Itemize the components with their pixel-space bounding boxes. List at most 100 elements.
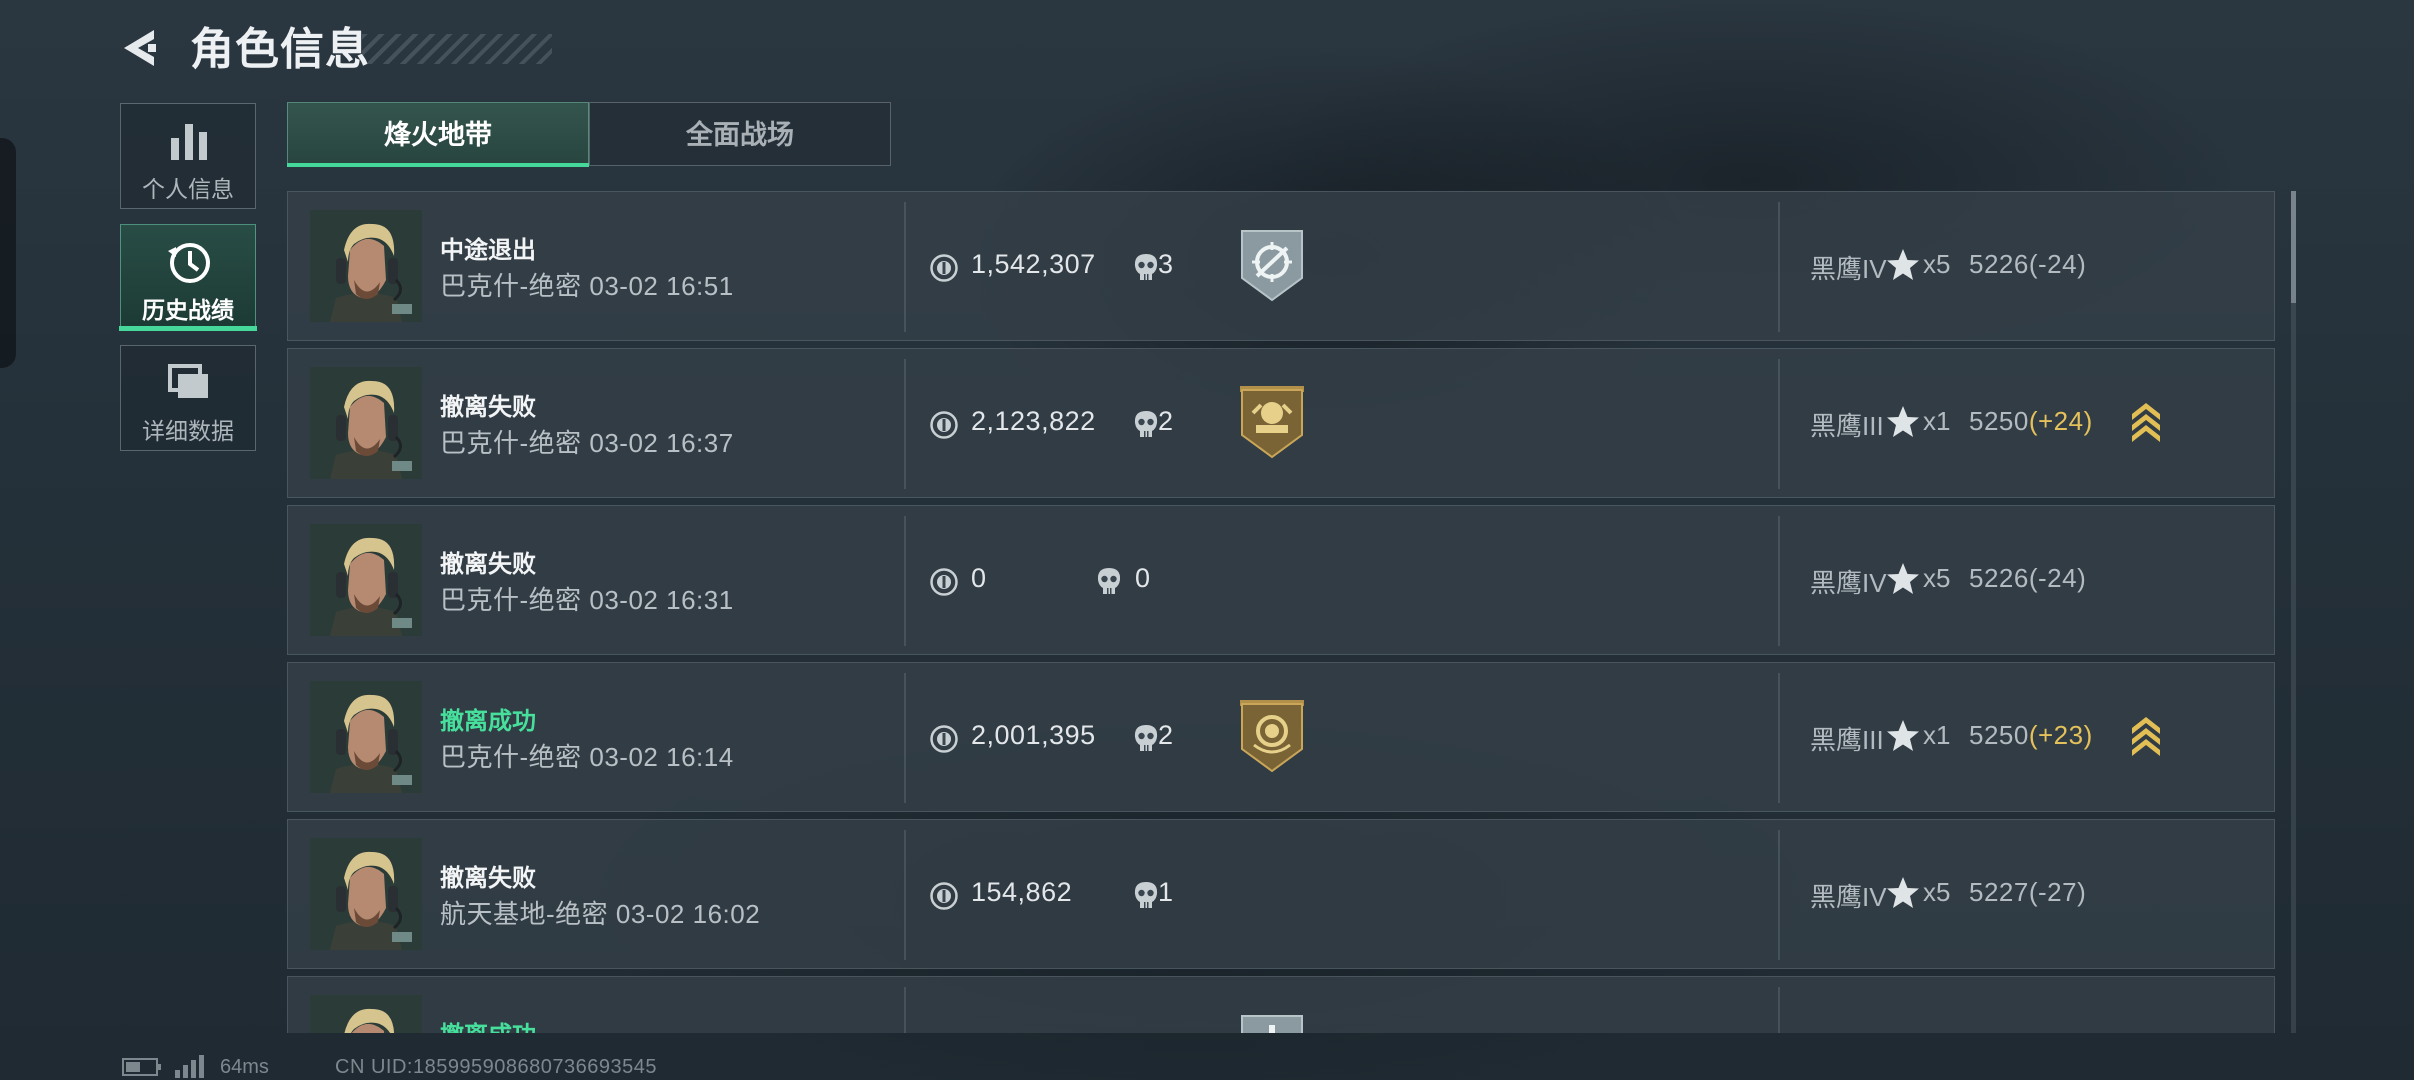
scrollbar-thumb[interactable] (2291, 191, 2296, 303)
operator-portrait (310, 524, 422, 636)
column-divider (1778, 516, 1780, 646)
operator-portrait-art (310, 524, 422, 636)
nav-item-match-history[interactable]: 历史战绩 (119, 224, 257, 331)
extracted-value: 0 (971, 563, 987, 593)
match-status: 撤离成功 (440, 1015, 536, 1033)
value-coin-icon (929, 567, 959, 597)
operator-portrait (310, 681, 422, 793)
back-arrow-icon[interactable] (118, 26, 162, 70)
column-divider (904, 359, 906, 489)
column-divider (904, 673, 906, 803)
extracted-value: 1,542,307 (971, 249, 1096, 279)
match-row[interactable]: 撤离成功 巴克什-绝密 03-02 16:14 2,001,395 2 黑鹰III… (287, 662, 2275, 812)
operator-portrait (310, 210, 422, 322)
map-and-time: 巴克什-绝密 03-02 16:51 (440, 271, 734, 301)
star-icon (1885, 875, 1921, 911)
map-and-time: 巴克什-绝密 03-02 16:14 (440, 742, 734, 772)
kill-count: 1 (1158, 877, 1174, 907)
column-divider (1778, 830, 1780, 960)
side-edge-handle[interactable] (0, 138, 16, 368)
kills-skull-icon (1132, 723, 1160, 753)
column-divider (904, 202, 906, 332)
stacked-cards-icon (168, 364, 208, 398)
rank-name: 黑鹰III (1810, 725, 1884, 755)
status-footer: 64ms CN UID:185995908680736693545 (120, 1052, 1020, 1080)
crosshair-badge-icon (1239, 228, 1305, 302)
ping-value: 64ms (220, 1056, 269, 1078)
score-value: 5226 (1969, 249, 2029, 279)
rank-name: 黑鹰IV (1810, 882, 1887, 912)
score-delta: (-27) (2028, 877, 2087, 907)
rank-up-chevron-icon (2129, 714, 2163, 756)
gold-coin-badge-icon (1239, 699, 1305, 773)
score-value: 5250 (1969, 720, 2029, 750)
page-title: 角色信息 (190, 25, 370, 74)
match-row[interactable]: 撤离失败 巴克什-绝密 03-02 16:31 0 0 黑鹰IV x5 5226(-2… (287, 505, 2275, 655)
value-coin-icon (929, 881, 959, 911)
match-list: 中途退出 巴克什-绝密 03-02 16:51 1,542,307 3 黑鹰IV … (287, 191, 2275, 1033)
score-value: 5227 (1969, 877, 2029, 907)
map-and-time: 巴克什-绝密 03-02 16:31 (440, 585, 734, 615)
operator-portrait-art (310, 995, 422, 1033)
list-scrollbar[interactable] (2291, 191, 2296, 1033)
match-row[interactable]: 撤离失败 航天基地-绝密 03-02 16:02 154,862 1 黑鹰IV x5… (287, 819, 2275, 969)
match-status: 撤离成功 (440, 708, 536, 735)
nav-label: 历史战绩 (142, 297, 234, 323)
column-divider (904, 516, 906, 646)
rank-score: 5226(-24) (1969, 249, 2086, 280)
user-uid: CN UID:185995908680736693545 (335, 1056, 658, 1078)
star-count: x5 (1923, 249, 1951, 279)
operator-portrait (310, 995, 422, 1033)
nav-item-detailed-data[interactable]: 详细数据 (120, 345, 256, 451)
match-status: 中途退出 (440, 237, 536, 264)
nav-item-personal-info[interactable]: 个人信息 (120, 103, 256, 209)
star-count: x1 (1923, 406, 1951, 436)
extracted-value: 154,862 (971, 877, 1073, 907)
tab-hazard-zone[interactable]: 烽火地带 (287, 102, 589, 167)
score-delta: (+24) (2028, 406, 2093, 436)
operator-portrait-art (310, 838, 422, 950)
match-status: 撤离失败 (440, 551, 536, 578)
kill-count: 3 (1158, 249, 1174, 279)
extracted-value: 2,123,822 (971, 406, 1096, 436)
star-count: x1 (1923, 720, 1951, 750)
match-status: 撤离失败 (440, 865, 536, 892)
kills-skull-icon (1132, 880, 1160, 910)
kill-count: 2 (1158, 720, 1174, 750)
tab-full-battlefield[interactable]: 全面战场 (589, 102, 891, 166)
rank-score: 5250(+24) (1969, 406, 2093, 437)
column-divider (1778, 987, 1780, 1033)
operator-portrait-art (310, 210, 422, 322)
kills-skull-icon (1132, 409, 1160, 439)
match-row[interactable]: 撤离成功 (287, 976, 2275, 1033)
rank-score: 5250(+23) (1969, 720, 2093, 751)
column-divider (1778, 359, 1780, 489)
star-count: x5 (1923, 877, 1951, 907)
rank-name: 黑鹰IV (1810, 254, 1887, 284)
operator-portrait-art (310, 367, 422, 479)
bar-chart-icon (171, 124, 207, 160)
kills-skull-icon (1132, 252, 1160, 282)
nav-label: 个人信息 (142, 176, 234, 202)
header: 角色信息 (118, 20, 558, 80)
match-row[interactable]: 中途退出 巴克什-绝密 03-02 16:51 1,542,307 3 黑鹰IV … (287, 191, 2275, 341)
column-divider (1778, 202, 1780, 332)
map-and-time: 巴克什-绝密 03-02 16:37 (440, 428, 734, 458)
rank-up-chevron-icon (2129, 400, 2163, 442)
rank-name: 黑鹰III (1810, 411, 1884, 441)
nav-label: 详细数据 (142, 418, 234, 444)
star-icon (1885, 561, 1921, 597)
mode-tabs: 烽火地带 全面战场 (287, 102, 891, 168)
operator-portrait (310, 838, 422, 950)
column-divider (904, 830, 906, 960)
column-divider (1778, 673, 1780, 803)
operator-portrait-art (310, 681, 422, 793)
gold-crest-badge-icon (1239, 385, 1305, 459)
match-row[interactable]: 撤离失败 巴克什-绝密 03-02 16:37 2,123,822 2 黑鹰III… (287, 348, 2275, 498)
star-icon (1885, 247, 1921, 283)
score-delta: (-24) (2028, 563, 2087, 593)
column-divider (904, 987, 906, 1033)
score-delta: (+23) (2028, 720, 2093, 750)
value-coin-icon (929, 253, 959, 283)
title-decoration (362, 34, 552, 64)
